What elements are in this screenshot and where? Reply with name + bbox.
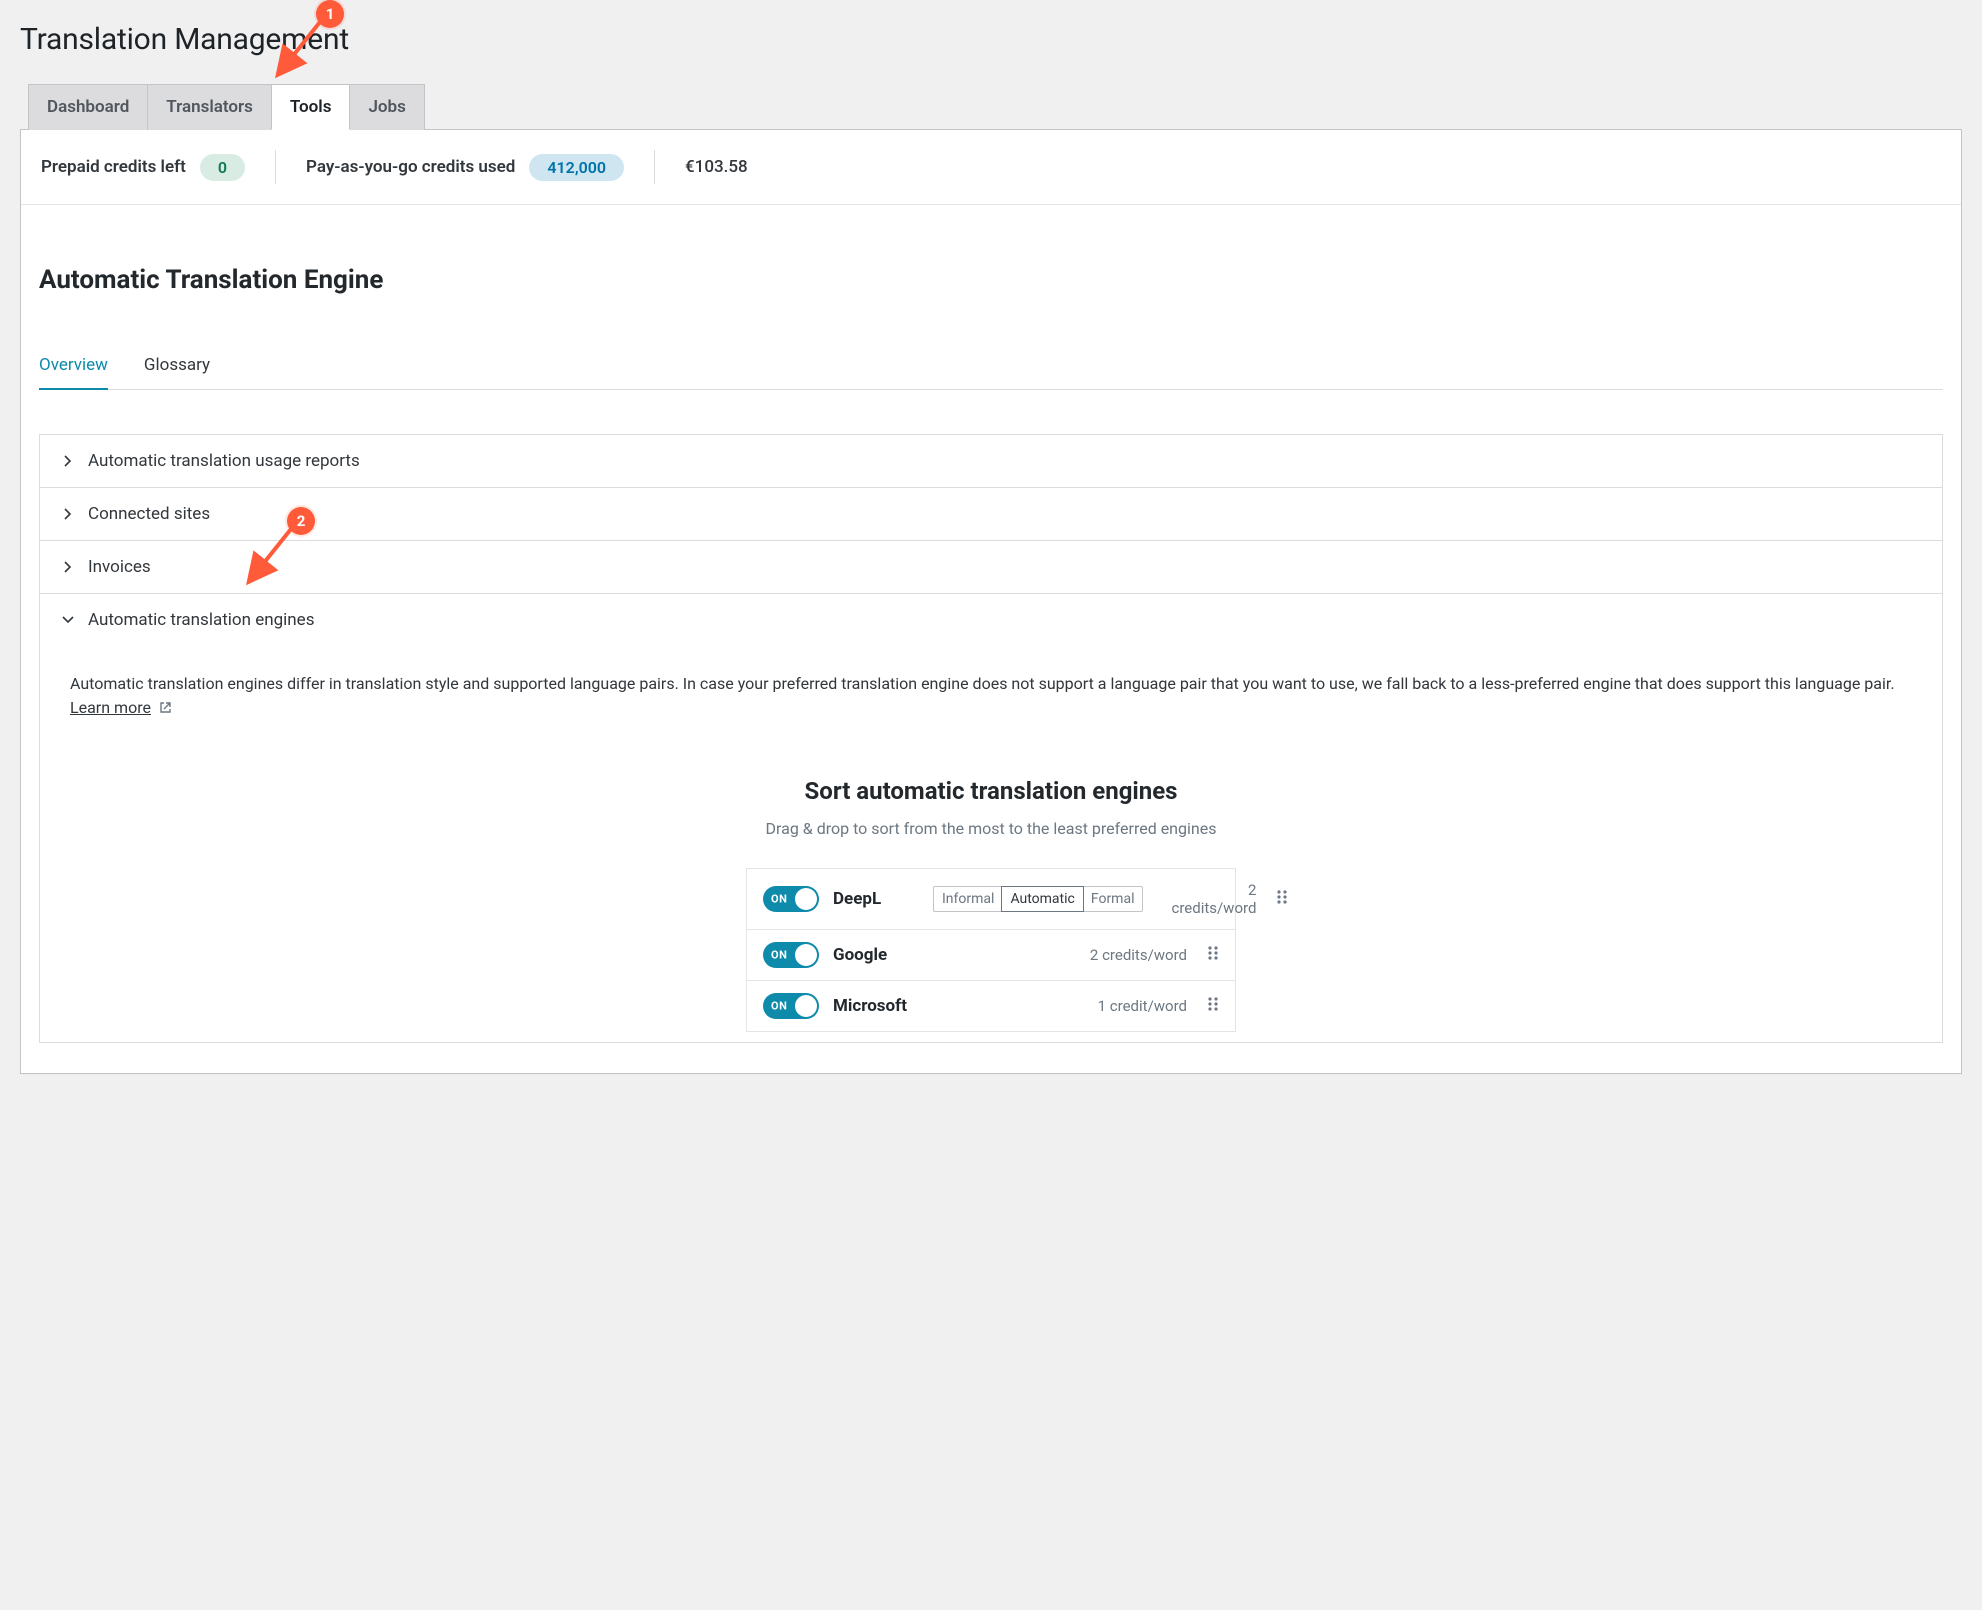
engine-cost: 2 credits/word — [1090, 946, 1187, 964]
engine-toggle[interactable]: ON — [763, 993, 819, 1019]
sort-engines-subtitle: Drag & drop to sort from the most to the… — [70, 819, 1912, 838]
toggle-knob — [795, 888, 817, 910]
accordion-item-invoices[interactable]: Invoices — [40, 541, 1942, 593]
chevron-right-icon — [62, 561, 74, 573]
divider — [654, 150, 655, 184]
engine-cost: 1 credit/word — [1098, 997, 1187, 1015]
engines-panel-body: Automatic translation engines differ in … — [40, 646, 1942, 1042]
toggle-on-label: ON — [771, 893, 787, 906]
accordion-label: Automatic translation engines — [88, 610, 314, 630]
engine-name: DeepL — [833, 889, 913, 909]
payg-credits-value: 412,000 — [529, 154, 624, 181]
formality-informal[interactable]: Informal — [934, 887, 1002, 911]
engine-row-deepl[interactable]: ON DeepL Informal Automatic Formal — [746, 869, 1236, 930]
engine-row-microsoft[interactable]: ON Microsoft 1 credit/word — [746, 981, 1236, 1032]
accordion-item-engines[interactable]: Automatic translation engines — [40, 594, 1942, 646]
tab-jobs[interactable]: Jobs — [349, 84, 424, 130]
engine-cost: 2 credits/word — [1171, 881, 1256, 917]
prepaid-credits-label: Prepaid credits left — [41, 157, 186, 177]
tools-panel: Prepaid credits left 0 Pay-as-you-go cre… — [20, 129, 1962, 1074]
accordion-label: Automatic translation usage reports — [88, 451, 360, 471]
drag-handle-icon[interactable] — [1201, 996, 1219, 1016]
engine-toggle[interactable]: ON — [763, 886, 819, 912]
prepaid-credits-value: 0 — [200, 154, 245, 181]
payg-credits-label: Pay-as-you-go credits used — [306, 157, 515, 177]
page-title: Translation Management — [20, 22, 1962, 57]
toggle-on-label: ON — [771, 1000, 787, 1013]
engine-name: Google — [833, 945, 913, 965]
main-tabs: Dashboard Translators Tools Jobs — [28, 83, 1962, 129]
learn-more-link[interactable]: Learn more — [70, 698, 151, 717]
credits-bar: Prepaid credits left 0 Pay-as-you-go cre… — [21, 130, 1961, 205]
formality-automatic[interactable]: Automatic — [1002, 887, 1082, 911]
drag-handle-icon[interactable] — [1201, 945, 1219, 965]
external-link-icon — [159, 697, 172, 721]
toggle-knob — [795, 944, 817, 966]
accordion-item-connected-sites[interactable]: Connected sites — [40, 488, 1942, 540]
credits-amount: €103.58 — [685, 157, 748, 177]
engines-list: ON DeepL Informal Automatic Formal — [746, 868, 1236, 1032]
sort-engines-title: Sort automatic translation engines — [70, 777, 1912, 805]
accordion-label: Connected sites — [88, 504, 210, 524]
tab-translators[interactable]: Translators — [147, 84, 272, 130]
engine-name: Microsoft — [833, 996, 913, 1016]
formality-selector[interactable]: Informal Automatic Formal — [933, 886, 1143, 912]
toggle-knob — [795, 995, 817, 1017]
tab-tools[interactable]: Tools — [271, 84, 351, 130]
engines-description: Automatic translation engines differ in … — [70, 672, 1912, 721]
engine-toggle[interactable]: ON — [763, 942, 819, 968]
accordion-item-usage-reports[interactable]: Automatic translation usage reports — [40, 435, 1942, 487]
accordion-label: Invoices — [88, 557, 151, 577]
tab-dashboard[interactable]: Dashboard — [28, 84, 148, 130]
subtab-overview[interactable]: Overview — [39, 355, 108, 389]
formality-formal[interactable]: Formal — [1083, 887, 1143, 911]
engine-row-google[interactable]: ON Google 2 credits/word — [746, 930, 1236, 981]
sub-tabs: Overview Glossary — [39, 355, 1943, 390]
divider — [275, 150, 276, 184]
chevron-right-icon — [62, 508, 74, 520]
chevron-right-icon — [62, 455, 74, 467]
chevron-down-icon — [62, 614, 74, 626]
drag-handle-icon[interactable] — [1270, 889, 1288, 909]
toggle-on-label: ON — [771, 949, 787, 962]
section-title: Automatic Translation Engine — [39, 265, 1943, 295]
subtab-glossary[interactable]: Glossary — [144, 355, 210, 389]
accordion: Automatic translation usage reports Conn… — [39, 434, 1943, 1043]
